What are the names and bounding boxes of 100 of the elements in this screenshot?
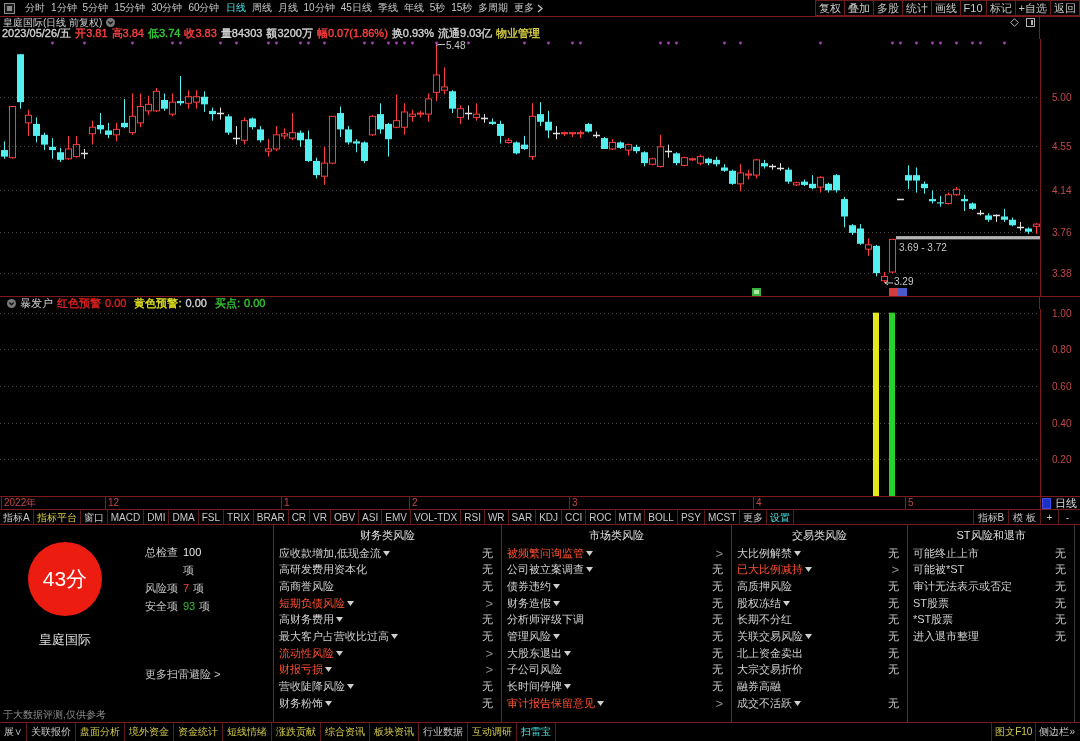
period-tab[interactable]: 1分钟 bbox=[48, 0, 80, 16]
risk-item[interactable]: 大股东退出 bbox=[507, 645, 562, 661]
risk-item[interactable]: 高财务费用 bbox=[279, 612, 334, 628]
risk-item[interactable]: ST股票 bbox=[913, 595, 950, 611]
risk-status[interactable]: > bbox=[715, 545, 723, 561]
risk-status[interactable]: > bbox=[485, 645, 493, 661]
risk-item[interactable]: 管理风险 bbox=[507, 629, 551, 645]
indicator-tab[interactable]: EMV bbox=[382, 510, 411, 524]
more-button[interactable]: 更多 bbox=[511, 0, 547, 16]
scroll-handle-icon[interactable] bbox=[1042, 497, 1051, 509]
toolbar-button[interactable]: 标记 bbox=[985, 0, 1016, 16]
bottom-tab[interactable]: 关联报价 bbox=[27, 723, 76, 741]
risk-item[interactable]: 短期负债风险 bbox=[279, 595, 345, 611]
indicator-tab[interactable]: SAR bbox=[508, 510, 537, 524]
caret-down-icon[interactable] bbox=[794, 700, 801, 706]
indicator-tab[interactable]: 窗口 bbox=[80, 510, 108, 524]
caret-down-icon[interactable] bbox=[347, 684, 354, 690]
risk-item[interactable]: 股权冻结 bbox=[737, 595, 781, 611]
caret-down-icon[interactable] bbox=[325, 700, 332, 706]
caret-down-icon[interactable] bbox=[794, 550, 801, 556]
indicator-tab[interactable]: BOLL bbox=[645, 510, 678, 524]
period-tab[interactable]: 15分钟 bbox=[111, 0, 149, 16]
caret-down-icon[interactable] bbox=[336, 650, 343, 656]
period-tab[interactable]: 5分钟 bbox=[79, 0, 112, 16]
indicator-tab[interactable]: VOL-TDX bbox=[410, 510, 462, 524]
risk-item[interactable]: 财务粉饰 bbox=[279, 695, 323, 711]
toolbar-button[interactable]: F10 bbox=[959, 0, 987, 16]
caret-down-icon[interactable] bbox=[564, 684, 571, 690]
risk-item[interactable]: 财报亏损 bbox=[279, 662, 323, 678]
indicator-tab[interactable]: CCI bbox=[562, 510, 587, 524]
toolbar-button[interactable]: 统计 bbox=[901, 0, 932, 16]
risk-item[interactable]: 审计无法表示或否定 bbox=[913, 579, 1012, 595]
risk-item[interactable]: *ST股票 bbox=[913, 612, 954, 628]
risk-item[interactable]: 成交不活跃 bbox=[737, 695, 792, 711]
risk-item[interactable]: 长时间停牌 bbox=[507, 679, 562, 695]
side-button[interactable]: 图文F10 bbox=[991, 723, 1036, 741]
panel-icon[interactable] bbox=[4, 2, 15, 14]
indicator-tab[interactable]: 设置 bbox=[767, 510, 795, 524]
risk-status[interactable]: > bbox=[485, 662, 493, 678]
indicator-tab[interactable]: WR bbox=[484, 510, 509, 524]
indicator-tool-button[interactable]: 模 板 bbox=[1008, 510, 1040, 524]
caret-down-icon[interactable] bbox=[564, 650, 571, 656]
bottom-tab[interactable]: 盘面分析 bbox=[76, 723, 125, 741]
toolbar-button[interactable]: 返回 bbox=[1050, 0, 1080, 16]
caret-down-icon[interactable] bbox=[553, 600, 560, 606]
risk-item[interactable]: 大比例解禁 bbox=[737, 545, 792, 561]
indicator-tab[interactable]: PSY bbox=[677, 510, 705, 524]
indicator-tab[interactable]: OBV bbox=[331, 510, 360, 524]
risk-item[interactable]: 债券违约 bbox=[507, 579, 551, 595]
indicator-tab[interactable]: MTM bbox=[615, 510, 646, 524]
caret-down-icon[interactable] bbox=[586, 567, 593, 573]
dropdown-icon[interactable] bbox=[7, 298, 16, 308]
risk-item[interactable]: 公司被立案调查 bbox=[507, 562, 584, 578]
caret-down-icon[interactable] bbox=[586, 550, 593, 556]
toolbar-button[interactable]: 复权 bbox=[814, 0, 845, 16]
indicator-tab[interactable]: 指标A bbox=[0, 510, 34, 524]
indicator-tab[interactable]: BRAR bbox=[253, 510, 289, 524]
caret-down-icon[interactable] bbox=[783, 600, 790, 606]
risk-item[interactable]: 营收陡降风险 bbox=[279, 679, 345, 695]
diamond-icon[interactable] bbox=[1010, 18, 1019, 27]
risk-item[interactable]: 大宗交易折价 bbox=[737, 662, 803, 678]
period-tab[interactable]: 45日线 bbox=[337, 0, 375, 16]
indicator-tab[interactable]: KDJ bbox=[536, 510, 563, 524]
period-tab[interactable]: 15秒 bbox=[448, 0, 476, 16]
indicator-tab[interactable]: VR bbox=[310, 510, 331, 524]
toolbar-button[interactable]: 多股 bbox=[872, 0, 903, 16]
bottom-tab[interactable]: 互动调研 bbox=[468, 723, 517, 741]
period-tab[interactable]: 月线 bbox=[274, 0, 301, 16]
risk-item[interactable]: 已大比例减持 bbox=[737, 562, 803, 578]
period-tab[interactable]: 季线 bbox=[374, 0, 401, 16]
risk-item[interactable]: 进入退市整理 bbox=[913, 629, 979, 645]
period-tab[interactable]: 分时 bbox=[22, 0, 48, 16]
bottom-tab[interactable]: 展∨ bbox=[0, 723, 27, 741]
risk-item[interactable]: 被频繁问询监管 bbox=[507, 545, 584, 561]
indicator-tab[interactable]: 指标平台 bbox=[33, 510, 81, 524]
dropdown-icon[interactable] bbox=[106, 18, 116, 27]
risk-item[interactable]: 子公司风险 bbox=[507, 662, 562, 678]
bottom-tab[interactable]: 境外资金 bbox=[125, 723, 174, 741]
risk-item[interactable]: 关联交易风险 bbox=[737, 629, 803, 645]
indicator-tab[interactable]: ASI bbox=[359, 510, 383, 524]
indicator-tab[interactable]: TRIX bbox=[224, 510, 254, 524]
caret-down-icon[interactable] bbox=[383, 550, 391, 556]
risk-item[interactable]: 最大客户占营收比过高 bbox=[279, 629, 389, 645]
indicator-tab[interactable]: DMA bbox=[169, 510, 199, 524]
indicator-tab[interactable]: ROC bbox=[586, 510, 616, 524]
risk-item[interactable]: 财务造假 bbox=[507, 595, 551, 611]
indicator-tab[interactable]: FSL bbox=[198, 510, 225, 524]
indicator-tab[interactable]: MCST bbox=[704, 510, 741, 524]
indicator-tab[interactable]: MACD bbox=[107, 510, 145, 524]
risk-item[interactable]: 应收款增加,低现金流 bbox=[279, 545, 382, 561]
bottom-tab[interactable]: 短线情绪 bbox=[223, 723, 272, 741]
toolbar-button[interactable]: 叠加 bbox=[843, 0, 874, 16]
indicator-tool-button[interactable]: + bbox=[1040, 510, 1058, 524]
indicator-tab[interactable]: CR bbox=[288, 510, 311, 524]
period-tab[interactable]: 60分钟 bbox=[185, 0, 223, 16]
indicator-tab[interactable]: RSI bbox=[461, 510, 485, 524]
caret-down-icon[interactable] bbox=[805, 567, 812, 573]
side-button[interactable]: 侧边栏» bbox=[1035, 723, 1078, 741]
bottom-tab[interactable]: 行业数据 bbox=[419, 723, 468, 741]
toolbar-button[interactable]: 画线 bbox=[930, 0, 961, 16]
